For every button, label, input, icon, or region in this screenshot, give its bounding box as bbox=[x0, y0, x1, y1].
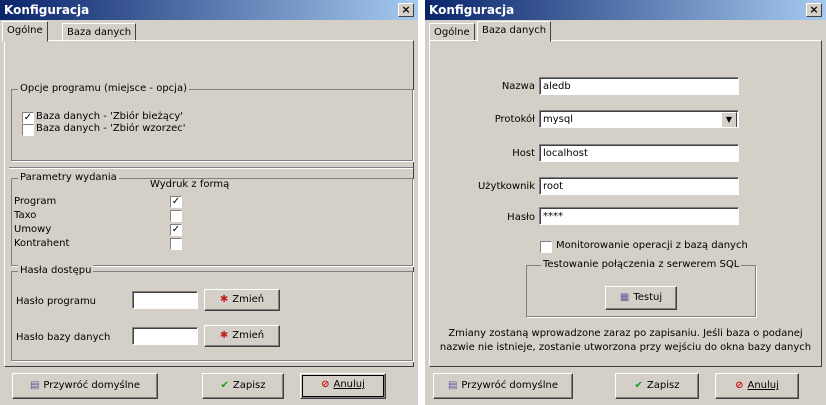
option-label-template: Baza danych - 'Zbiór wzorzec' bbox=[36, 123, 186, 134]
tab-database[interactable]: Baza danych bbox=[477, 21, 552, 42]
key-icon: ✱ bbox=[219, 294, 229, 305]
sql-test-group: Testowanie połączenia z serwerem SQL ▦ Te… bbox=[526, 259, 756, 317]
user-label: Użytkownik bbox=[477, 181, 535, 192]
host-input[interactable]: localhost bbox=[539, 144, 739, 162]
button-label: Zmień bbox=[232, 294, 265, 305]
button-label: Przywróć domyślne bbox=[43, 380, 141, 391]
name-label: Nazwa bbox=[501, 81, 535, 92]
database-panel: Nazwa aledb Protokół mysql ▼ Host localh… bbox=[429, 40, 822, 367]
checkmark-icon: ✔ bbox=[220, 380, 229, 391]
general-panel: Opcje programu (miejsce - opcja) ✓ Baza … bbox=[4, 40, 414, 367]
protocol-value: mysql bbox=[543, 114, 573, 125]
monitor-checkbox[interactable] bbox=[540, 241, 552, 253]
button-label: Testuj bbox=[633, 292, 663, 303]
print-column-header: Wydruk z formą bbox=[150, 179, 230, 190]
cancel-icon: ⊘ bbox=[735, 380, 744, 391]
divider bbox=[9, 167, 413, 169]
program-options-group: Opcje programu (miejsce - opcja) ✓ Baza … bbox=[11, 83, 413, 161]
button-label: Zapisz bbox=[646, 380, 680, 391]
document-icon: ▤ bbox=[447, 380, 458, 391]
protocol-select[interactable]: mysql ▼ bbox=[539, 110, 739, 128]
param-label-program: Program bbox=[14, 196, 57, 207]
button-label: Zapisz bbox=[232, 380, 266, 391]
param-checkbox-umowy[interactable]: ✓ bbox=[170, 224, 182, 236]
group-legend: Opcje programu (miejsce - opcja) bbox=[18, 83, 189, 95]
test-connection-button[interactable]: ▦ Testuj bbox=[605, 286, 677, 310]
option-label-current: Baza danych - 'Zbiór bieżący' bbox=[36, 111, 184, 122]
window-title: Konfiguracja bbox=[0, 0, 418, 20]
program-password-input[interactable] bbox=[132, 291, 198, 309]
group-legend: Hasła dostępu bbox=[18, 265, 94, 277]
param-label-umowy: Umowy bbox=[14, 224, 52, 235]
chevron-down-icon[interactable]: ▼ bbox=[721, 112, 737, 127]
tab-general[interactable]: Ogólne bbox=[2, 21, 48, 42]
print-params-group: Parametry wydania Wydruk z formą Program… bbox=[11, 172, 413, 266]
test-icon: ▦ bbox=[619, 292, 630, 303]
param-label-kontrahent: Kontrahent bbox=[14, 238, 70, 249]
restore-defaults-button[interactable]: ▤ Przywróć domyślne bbox=[433, 373, 573, 399]
protocol-label: Protokół bbox=[494, 114, 535, 125]
param-checkbox-taxo[interactable] bbox=[170, 210, 182, 222]
change-db-password-button[interactable]: ✱ Zmień bbox=[204, 325, 280, 347]
button-label: Anuluj bbox=[333, 379, 365, 390]
password-label: Hasło bbox=[507, 212, 535, 223]
change-program-password-button[interactable]: ✱ Zmień bbox=[204, 289, 280, 311]
group-legend: Parametry wydania bbox=[18, 172, 119, 184]
cancel-icon: ⊘ bbox=[321, 379, 330, 390]
db-password-input[interactable] bbox=[132, 327, 198, 345]
monitor-label: Monitorowanie operacji z bazą danych bbox=[556, 240, 748, 251]
access-passwords-group: Hasła dostępu Hasło programu ✱ Zmień Hasł… bbox=[11, 265, 413, 361]
button-label: Przywróć domyślne bbox=[461, 380, 559, 391]
name-input[interactable]: aledb bbox=[539, 77, 739, 95]
param-checkbox-kontrahent[interactable] bbox=[170, 238, 182, 250]
config-window-database: Konfiguracja × Ogólne Baza danych Nazwa … bbox=[425, 0, 826, 405]
button-label: Zmień bbox=[232, 330, 265, 341]
close-icon[interactable]: × bbox=[806, 3, 822, 17]
config-window-general: Konfiguracja × Ogólne Baza danych Opcje … bbox=[0, 0, 418, 405]
db-password-label: Hasło bazy danych bbox=[16, 332, 111, 343]
key-icon: ✱ bbox=[219, 330, 229, 341]
checkmark-icon: ✔ bbox=[634, 380, 643, 391]
option-checkbox-current[interactable]: ✓ bbox=[22, 112, 34, 124]
save-button[interactable]: ✔ Zapisz bbox=[615, 373, 699, 399]
window-title: Konfiguracja bbox=[425, 0, 826, 20]
option-checkbox-template[interactable] bbox=[22, 124, 34, 136]
close-icon[interactable]: × bbox=[398, 3, 414, 17]
restore-defaults-button[interactable]: ▤ Przywróć domyślne bbox=[12, 373, 158, 399]
save-notice: Zmiany zostaną wprowadzone zaraz po zapi… bbox=[439, 328, 812, 353]
host-label: Host bbox=[512, 148, 535, 159]
param-checkbox-program[interactable]: ✓ bbox=[170, 196, 182, 208]
user-input[interactable]: root bbox=[539, 177, 739, 195]
program-password-label: Hasło programu bbox=[16, 296, 97, 307]
param-label-taxo: Taxo bbox=[14, 210, 37, 221]
document-icon: ▤ bbox=[29, 380, 40, 391]
cancel-button[interactable]: ⊘ Anuluj bbox=[300, 373, 386, 399]
cancel-button[interactable]: ⊘ Anuluj bbox=[715, 373, 799, 399]
group-legend: Testowanie połączenia z serwerem SQL bbox=[541, 259, 742, 271]
password-input[interactable]: **** bbox=[539, 207, 739, 225]
button-label: Anuluj bbox=[747, 380, 779, 391]
save-button[interactable]: ✔ Zapisz bbox=[202, 373, 284, 399]
